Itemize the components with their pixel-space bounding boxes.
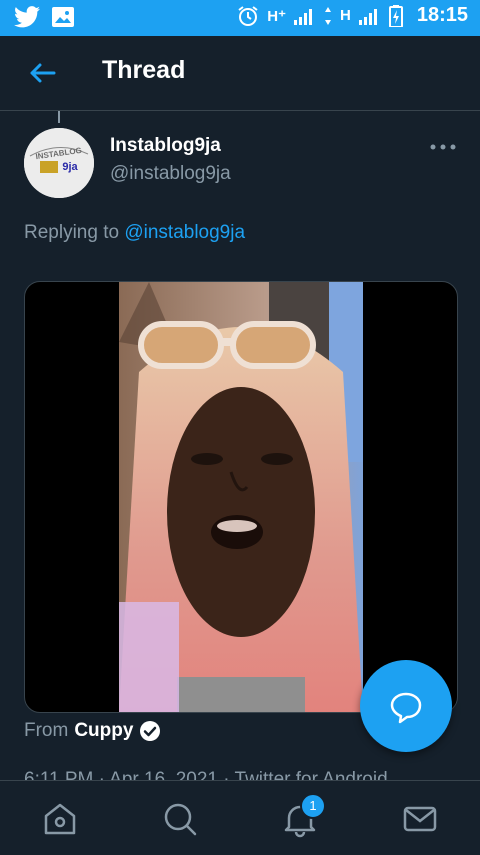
replying-prefix: Replying to [24,222,120,243]
battery-charging-icon [388,4,403,27]
replying-handle-link[interactable]: @instablog9ja [124,222,245,243]
verified-badge-icon [140,721,161,741]
video-source: From Cuppy [24,720,161,742]
video-frame[interactable] [119,282,363,712]
search-icon[interactable] [160,799,200,839]
source-prefix: From [24,720,69,741]
author-handle[interactable]: @instablog9ja [110,163,231,185]
reply-bubble-icon [390,692,422,724]
avatar[interactable]: INSTABLOG 9ja [24,128,94,198]
messages-envelope-icon[interactable] [400,799,440,839]
replying-to: Replying to @instablog9ja [24,222,245,244]
clock: 18:15 [416,4,468,26]
author-name[interactable]: Instablog9ja [110,135,221,157]
page-title: Thread [102,56,186,84]
video-thumbnail [119,282,363,712]
source-name-link[interactable]: Cuppy [74,720,133,742]
alarm-icon [238,5,258,26]
notification-count-badge: 1 [300,793,326,819]
signal-strength-2-icon [358,8,377,25]
svg-text:9ja: 9ja [62,161,78,173]
status-bar: H⁺ H 18:15 [0,0,480,36]
more-options-icon[interactable] [428,140,458,154]
status-bar-left [14,6,74,28]
compose-reply-button[interactable] [360,660,452,752]
network-type-1: H⁺ [267,7,286,25]
instablog-logo-icon: INSTABLOG 9ja [24,128,94,198]
home-icon[interactable] [40,799,80,839]
back-arrow-icon[interactable] [24,58,60,88]
twitter-bird-icon [14,6,40,28]
thread-connector-line [58,111,60,123]
data-arrows-icon [325,6,331,25]
gallery-icon [52,7,74,27]
tweet-meta: 6:11 PM · Apr 16, 2021 · Twitter for And… [24,770,388,780]
status-bar-right: H⁺ H 18:15 [237,4,468,27]
bottom-navigation: 1 [0,780,480,855]
signal-strength-icon [294,8,312,25]
video-player[interactable] [24,281,458,713]
thread-header: Thread [0,36,480,111]
network-type-2: H [340,7,351,24]
